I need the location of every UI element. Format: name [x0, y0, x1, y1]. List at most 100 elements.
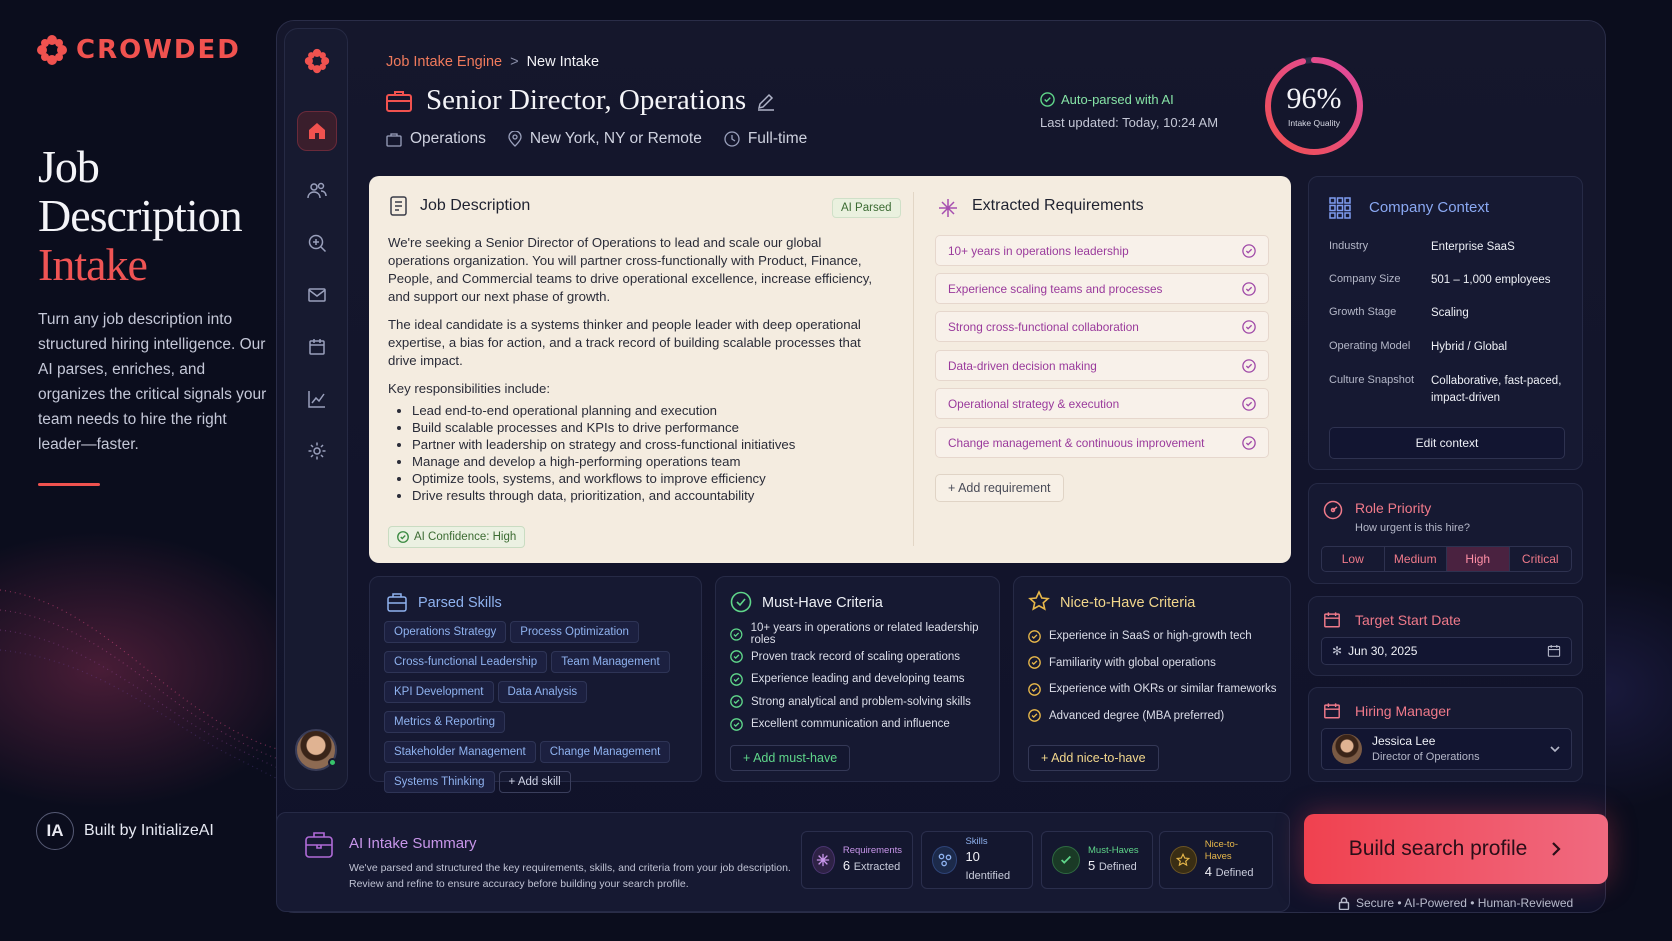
priority-option-critical[interactable]: Critical — [1510, 547, 1572, 571]
people-icon — [307, 182, 327, 199]
breadcrumb-root[interactable]: Job Intake Engine — [386, 54, 502, 70]
hiring-manager-select[interactable]: Jessica Lee Director of Operations — [1321, 728, 1572, 770]
stat-value: 10 Identified — [965, 848, 1022, 885]
criteria-label: Experience in SaaS or high-growth tech — [1049, 630, 1252, 643]
chevron-down-icon — [1550, 746, 1560, 753]
secure-text: Secure • AI-Powered • Human-Reviewed — [1356, 896, 1574, 910]
job-department: Operations — [386, 130, 486, 148]
calendar-icon — [1324, 612, 1340, 628]
job-type: Full-time — [724, 130, 807, 148]
stat-skills: Skills 10 Identified — [921, 831, 1033, 889]
skill-chip[interactable]: Stakeholder Management — [384, 741, 536, 763]
sidebar-item-messages[interactable] — [297, 275, 337, 315]
stat-label: Skills — [965, 835, 988, 847]
target-start-card: Target Start Date ✻ Jun 30, 2025 — [1308, 596, 1583, 676]
jd-resp-heading: Key responsibilities include: — [388, 381, 550, 396]
requirement-item[interactable]: 10+ years in operations leadership — [935, 235, 1269, 266]
stat-must-haves: Must-Haves 5 Defined — [1041, 831, 1153, 889]
start-date-input[interactable]: ✻ Jun 30, 2025 — [1321, 637, 1572, 665]
requirement-item[interactable]: Data-driven decision making — [935, 350, 1269, 381]
skill-chip[interactable]: Systems Thinking — [384, 771, 495, 793]
add-requirement-button[interactable]: + Add requirement — [935, 474, 1064, 502]
priority-option-medium[interactable]: Medium — [1385, 547, 1447, 571]
summary-briefcase-icon — [305, 832, 333, 858]
manager-avatar — [1332, 734, 1362, 764]
sidebar-logo[interactable] — [297, 41, 337, 81]
check-circle-icon — [1242, 435, 1256, 450]
context-value: Scaling — [1431, 307, 1469, 319]
skill-chip[interactable]: Data Analysis — [497, 681, 588, 703]
briefcase-icon — [386, 132, 402, 147]
role-priority-card: Role Priority How urgent is this hire? L… — [1308, 483, 1583, 584]
hero-line-2: Description — [38, 190, 243, 241]
calendar-icon[interactable] — [1547, 644, 1561, 658]
hero-line-1: Job — [38, 141, 100, 192]
auto-parsed-label: Auto-parsed with AI — [1061, 92, 1174, 107]
hiring-manager-card: Hiring Manager Jessica Lee Director of Op… — [1308, 687, 1583, 782]
add-nice-to-have-button[interactable]: + Add nice-to-have — [1028, 745, 1159, 771]
sidebar-item-settings[interactable] — [297, 431, 337, 471]
add-skill-button[interactable]: + Add skill — [498, 771, 571, 793]
skill-chip[interactable]: Process Optimization — [510, 621, 639, 643]
priority-option-low[interactable]: Low — [1322, 547, 1385, 571]
skill-chip[interactable]: KPI Development — [384, 681, 494, 703]
context-key: Company Size — [1329, 273, 1401, 285]
stat-number: 5 — [1088, 857, 1096, 873]
document-icon — [390, 196, 407, 216]
summary-text-line-1: We've parsed and structured the key requ… — [349, 862, 791, 874]
context-key: Culture Snapshot — [1329, 374, 1414, 386]
requirement-item[interactable]: Operational strategy & execution — [935, 388, 1269, 419]
skill-chip[interactable]: Operations Strategy — [384, 621, 507, 643]
company-context-card: Company Context Industry Enterprise SaaS … — [1308, 176, 1583, 470]
brand-name: CROWDED — [76, 35, 241, 65]
context-value: Collaborative, fast-paced, impact-driven — [1431, 375, 1562, 404]
stat-value: 5 Defined — [1088, 857, 1139, 876]
context-key: Growth Stage — [1329, 306, 1397, 318]
manager-role: Director of Operations — [1372, 751, 1480, 763]
skill-chip[interactable]: Cross-functional Leadership — [384, 651, 548, 673]
brand-logo: CROWDED — [36, 34, 241, 66]
job-description-panel: Job Description AI Parsed We're seeking … — [369, 176, 1291, 563]
nice-list: Experience in SaaS or high-growth tech F… — [1028, 623, 1277, 729]
priority-option-high[interactable]: High — [1447, 547, 1510, 571]
check-circle-icon — [1028, 629, 1041, 643]
hero-divider — [38, 483, 100, 486]
jd-body: We're seeking a Senior Director of Opera… — [388, 234, 878, 504]
requirement-item[interactable]: Change management & continuous improveme… — [935, 427, 1269, 458]
stat-number: 4 — [1204, 863, 1212, 879]
skill-chip[interactable]: Team Management — [551, 651, 670, 673]
ai-confidence-badge: AI Confidence: High — [388, 526, 526, 548]
requirement-item[interactable]: Strong cross-functional collaboration — [935, 311, 1269, 342]
location-pin-icon — [508, 131, 522, 147]
user-avatar[interactable] — [295, 729, 337, 771]
criteria-label: Familiarity with global operations — [1049, 656, 1216, 669]
check-circle-icon — [730, 591, 752, 613]
list-item: Manage and develop a high-performing ope… — [412, 453, 878, 470]
requirement-item[interactable]: Experience scaling teams and processes — [935, 273, 1269, 304]
ai-confidence-label: AI Confidence: High — [414, 531, 517, 543]
build-search-profile-button[interactable]: Build search profile — [1304, 814, 1608, 884]
stat-requirements: Requirements 6 Extracted — [801, 831, 913, 889]
sidebar-item-home[interactable] — [297, 111, 337, 151]
page-title-row: Senior Director, Operations — [386, 84, 776, 117]
manager-name: Jessica Lee — [1372, 734, 1436, 748]
built-by-text: Built by InitializeAI — [84, 822, 214, 839]
skills-title: Parsed Skills — [418, 595, 502, 611]
sidebar-item-calendar[interactable] — [297, 327, 337, 367]
sparkle-icon — [812, 846, 835, 874]
must-title: Must-Have Criteria — [762, 595, 883, 611]
quality-label: Intake Quality — [1288, 118, 1340, 128]
sidebar-item-analytics[interactable] — [297, 379, 337, 419]
sidebar-item-people[interactable] — [297, 171, 337, 211]
add-must-have-button[interactable]: + Add must-have — [730, 745, 851, 771]
edit-context-button[interactable]: Edit context — [1329, 427, 1565, 459]
check-circle-icon — [1242, 243, 1256, 258]
check-circle-icon — [1242, 396, 1256, 411]
edit-pencil-icon[interactable] — [756, 91, 776, 111]
criteria-label: 10+ years in operations or related leade… — [750, 622, 979, 647]
skill-chip[interactable]: Metrics & Reporting — [384, 711, 505, 733]
check-icon — [1061, 855, 1071, 864]
sparkle-icon-glyph — [817, 853, 830, 867]
sidebar-item-search[interactable] — [297, 223, 337, 263]
skill-chip[interactable]: Change Management — [539, 741, 671, 763]
